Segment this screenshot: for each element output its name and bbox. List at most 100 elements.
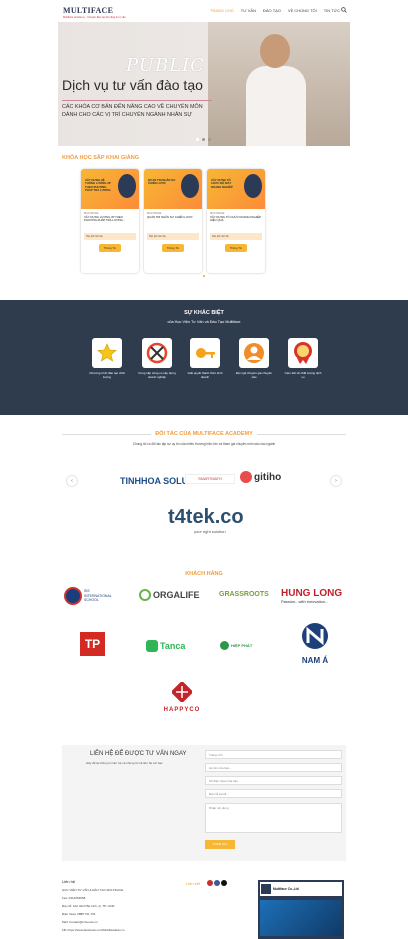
feature-caption: Đội ngũ chuyên gia chuyên sâu [235, 371, 273, 379]
course-card[interactable]: QUẢN TRỊ NHÂN SỰ CHIẾN LƯỢC MULTIFACE QU… [144, 169, 202, 273]
client-logo-hunglong: HUNG LONG Passion...with innovation... [281, 588, 342, 604]
search-icon[interactable] [341, 7, 347, 13]
speaker-photo [244, 174, 262, 198]
partner-logo-text: SMARTMATH [198, 477, 222, 481]
contact-subtitle: Hãy để lại thông tin liên hệ và chúng tô… [86, 761, 163, 765]
youtube-icon[interactable] [207, 880, 213, 886]
course-info-button[interactable]: Thông Tin [99, 244, 121, 253]
hero-divider [62, 100, 212, 101]
tools-icon [142, 338, 172, 368]
phone-field[interactable]: Số điện thoại của bạn... [205, 776, 342, 785]
nav-training[interactable]: ĐÀO TẠO [263, 8, 281, 13]
fb-page-name: Multiface Co.,Ltd [273, 887, 299, 891]
difference-subtitle: của Học Viện Tư Vấn và Đào Tạo Multiface [167, 320, 241, 324]
contact-section: LIÊN HỆ ĐỂ ĐƯỢC TƯ VẤN NGAY Hãy để lại t… [62, 745, 346, 861]
client-logo-text: TP [84, 637, 101, 651]
client-logo-text: HAPPYCO [163, 707, 201, 713]
hero-title: Dịch vụ tư vấn đào tạo [62, 77, 203, 93]
submit-button[interactable]: THAM GIA [205, 840, 235, 849]
feature-caption: Cung cấp công cụ xây dựng doanh nghiệp [138, 371, 176, 379]
facebook-icon[interactable] [214, 880, 220, 886]
footer-company: HỌC VIỆN TƯ VẤN & ĐÀO TẠO MULTIFACE [62, 888, 124, 892]
client-logo-tanca: Tanca [146, 640, 185, 652]
email-field[interactable]: Địa chỉ email... [205, 789, 342, 798]
client-logo-hiepphat: HIỆP PHÁT [220, 641, 252, 650]
course-image: QUẢN TRỊ NHÂN SỰ CHIẾN LƯỢC [144, 169, 202, 209]
feature-item: Đội ngũ chuyên gia chuyên sâu [234, 338, 274, 379]
main-nav: TRANG CHỦ TƯ VẤN ĐÀO TẠO VỀ CHÚNG TÔI TI… [210, 8, 340, 13]
client-logo-tp: TP [80, 632, 105, 656]
difference-section: SỰ KHÁC BIỆT của Học Viện Tư Vấn và Đào … [0, 300, 408, 415]
partner-logo-gitiho[interactable]: gitiho [240, 471, 281, 483]
logo[interactable]: MULTIFACE Multiface Academy - Chuyên đào… [63, 6, 126, 19]
footer-address: Địa chỉ: 102, Đinh Bộ Lĩnh, Q. TP. HCM [62, 904, 115, 908]
gitiho-icon [240, 471, 252, 483]
course-name[interactable]: XÂY DỰNG TỔ CHỨC DOANH NGHIỆP HIỆU QUẢ [207, 215, 265, 229]
footer-mail[interactable]: Mail: Contact@mfa.edu.vn [62, 920, 97, 924]
tiktok-icon[interactable] [221, 880, 227, 886]
client-logo-text: Tanca [160, 641, 186, 651]
course-card[interactable]: XÂY DỰNG HỆ THỐNG LƯƠNG 3P THEO PHƯƠNG P… [81, 169, 139, 273]
client-logo-orgalife: ORGALIFE [139, 589, 200, 601]
fb-widget-cover [260, 900, 342, 936]
footer-phone[interactable]: Điện thoại: 0888 701 701 [62, 912, 96, 916]
facebook-widget[interactable]: Multiface Co.,Ltd [258, 880, 344, 939]
course-card[interactable]: XÂY DỰNG TỔ CHỨC BỘ MÁY DOANH NGHIỆP MUL… [207, 169, 265, 273]
nav-consulting[interactable]: TƯ VẤN [241, 8, 256, 13]
hero-subtitle-1: CÁC KHÓA CƠ BẢN ĐẾN NÂNG CAO VỀ CHUYÊN M… [62, 104, 203, 110]
client-logo-sis: SIS INTERNATIONAL SCHOOL [64, 587, 114, 605]
key-icon [190, 338, 220, 368]
feature-item: Giải quyết thách thức kinh doanh [185, 338, 225, 379]
course-name[interactable]: XÂY DỰNG LƯƠNG 3P THEO PHƯƠNG PHÁP TRẢ L… [81, 215, 139, 229]
course-image-title: XÂY DỰNG HỆ THỐNG LƯƠNG 3P THEO PHƯƠNG P… [85, 178, 111, 193]
header: MULTIFACE Multiface Academy - Chuyên đào… [0, 0, 408, 22]
contact-title: LIÊN HỆ ĐỂ ĐƯỢC TƯ VẤN NGAY [90, 751, 187, 757]
client-logo-tagline: Passion...with innovation... [281, 599, 329, 604]
feature-caption: Chương trình đào tạo chất lượng [89, 371, 125, 379]
partner-logo-text: t4tek.co [168, 506, 244, 528]
nav-home[interactable]: TRANG CHỦ [210, 8, 234, 13]
course-image-title: QUẢN TRỊ NHÂN SỰ CHIẾN LƯỢC [148, 178, 176, 186]
name-field[interactable]: Họ tên của bạn... [205, 763, 342, 772]
course-info-button[interactable]: Thông Tin [162, 244, 184, 253]
carousel-dot[interactable] [196, 138, 199, 141]
partners-title-text: ĐỐI TÁC CỦA MULTIFACE ACADEMY [151, 431, 257, 437]
carousel-dot[interactable] [203, 275, 205, 277]
message-field[interactable]: Nhập nội dung [205, 803, 342, 833]
hero-public: PUBLIC [126, 55, 206, 76]
difference-title: SỰ KHÁC BIỆT [184, 310, 224, 316]
logo-text: MULTIFACE [63, 6, 114, 15]
logo-tagline: Multiface Academy - Chuyên đào tạo kỹ nă… [63, 16, 126, 19]
footer-facebook[interactable]: FB: https://www.facebook.com/MultifaceEd… [62, 928, 125, 932]
sis-icon [64, 587, 82, 605]
speaker-photo [118, 174, 136, 198]
feature-caption: Cam kết về chất lượng dịch vụ [284, 371, 322, 379]
carousel-dot[interactable] [202, 138, 205, 141]
carousel-dot[interactable] [208, 138, 211, 141]
partners-title: ĐỐI TÁC CỦA MULTIFACE ACADEMY [0, 431, 408, 437]
course-info-button[interactable]: Thông Tin [225, 244, 247, 253]
course-price: Học phí: liên hệ [210, 233, 262, 241]
carousel-prev-button[interactable]: ‹ [67, 476, 77, 486]
hero-subtitle-2: DÀNH CHO CÁC VỊ TRÍ CHUYÊN NGÀNH NHÂN SỰ [62, 112, 192, 118]
client-logo-grassroots: GRASSROOTS [219, 591, 269, 598]
partners-subtitle: Chúng tôi có đối tác tập sự uy tín của n… [132, 442, 276, 446]
course-name[interactable]: QUẢN TRỊ NHÂN SỰ CHIẾN LƯỢC [144, 215, 202, 229]
hero-banner[interactable]: PUBLIC Dịch vụ tư vấn đào tạo CÁC KHÓA C… [58, 22, 350, 146]
carousel-next-button[interactable]: › [331, 476, 341, 486]
course-image: XÂY DỰNG HỆ THỐNG LƯƠNG 3P THEO PHƯƠNG P… [81, 169, 139, 209]
person-head [260, 34, 290, 68]
client-logo-text: HIỆP PHÁT [231, 643, 253, 648]
page-field[interactable]: Trang chủ [205, 750, 342, 759]
people-icon [239, 338, 269, 368]
badge-icon [288, 338, 318, 368]
client-logo-nama: NAM Á [294, 621, 336, 665]
hiepphat-icon [220, 641, 229, 650]
fb-page-avatar [261, 884, 271, 894]
client-logo-text: GRASSROOTS [219, 591, 269, 598]
nav-about[interactable]: VỀ CHÚNG TÔI [288, 8, 317, 13]
partner-logo-smartmath[interactable]: SMARTMATH [185, 474, 235, 484]
fb-widget-header: Multiface Co.,Ltd [260, 882, 342, 896]
partner-logo-t4tek[interactable]: t4tek.co your right solution [168, 506, 244, 534]
nav-news[interactable]: TIN TỨC [324, 8, 340, 13]
